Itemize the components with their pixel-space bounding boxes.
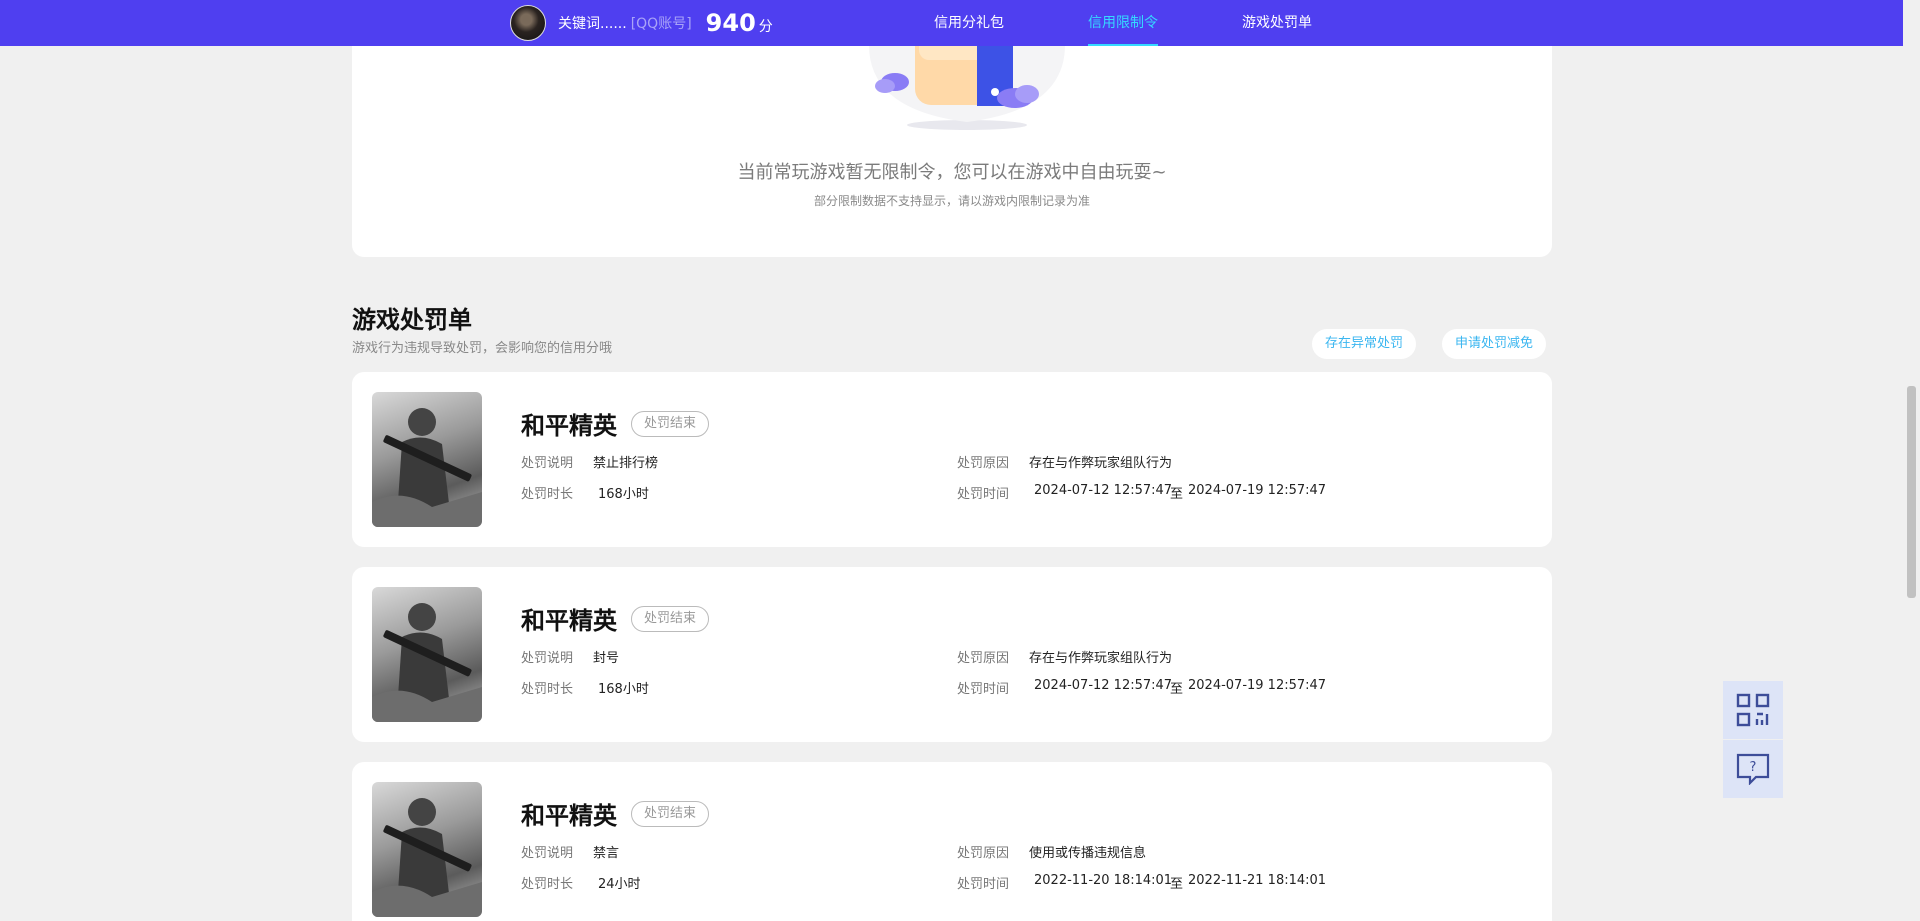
account-type: [QQ账号]	[630, 16, 692, 32]
reason-label: 处罚原因	[957, 456, 1010, 471]
time-separator: 至	[1170, 877, 1184, 892]
duration-label: 处罚时长	[521, 682, 574, 697]
status-badge: 处罚结束	[631, 801, 710, 827]
time-end: 2022-11-21 18:14:01	[1188, 873, 1327, 888]
game-name: 和平精英	[521, 607, 617, 635]
duration-value: 24小时	[598, 877, 641, 892]
description-value: 禁言	[593, 846, 620, 861]
time-separator: 至	[1170, 682, 1184, 697]
reason-label: 处罚原因	[957, 651, 1010, 666]
nav-credit-restriction[interactable]: 信用限制令	[1088, 0, 1158, 46]
appeal-penalty-button[interactable]: 申请处罚减免	[1442, 329, 1547, 359]
abnormal-penalty-button[interactable]: 存在异常处罚	[1312, 329, 1417, 359]
description-label: 处罚说明	[521, 846, 574, 861]
reason-value: 存在与作弊玩家组队行为	[1029, 651, 1173, 666]
description-value: 禁止排行榜	[593, 456, 659, 471]
top-nav-bar: 关键词...... [QQ账号] 940 分 信用分礼包 信用限制令 游戏处罚单	[0, 0, 1903, 46]
time-start: 2024-07-12 12:57:47	[1034, 483, 1173, 498]
status-badge: 处罚结束	[631, 606, 710, 632]
help-chat-icon: ?	[1736, 753, 1770, 785]
user-info: 关键词...... [QQ账号] 940 分	[510, 5, 773, 41]
reason-label: 处罚原因	[957, 846, 1010, 861]
time-separator: 至	[1170, 487, 1184, 502]
qr-code-icon	[1736, 693, 1770, 727]
penalty-card[interactable]: 和平精英 处罚结束 处罚说明 禁言 处罚原因 使用或传播违规信息 处罚时长 24…	[352, 762, 1552, 921]
penalty-card[interactable]: 和平精英 处罚结束 处罚说明 禁止排行榜 处罚原因 存在与作弊玩家组队行为 处罚…	[352, 372, 1552, 547]
time-end: 2024-07-19 12:57:47	[1188, 483, 1327, 498]
time-label: 处罚时间	[957, 877, 1010, 892]
duration-value: 168小时	[598, 682, 649, 697]
svg-text:?: ?	[1750, 760, 1757, 775]
restriction-note: 部分限制数据不支持显示，请以游戏内限制记录为准	[813, 194, 1090, 208]
status-badge: 处罚结束	[631, 411, 710, 437]
reason-value: 使用或传播违规信息	[1029, 846, 1147, 861]
user-name: 关键词......	[558, 16, 627, 32]
game-thumbnail	[372, 392, 482, 527]
time-label: 处罚时间	[957, 682, 1010, 697]
penalty-card[interactable]: 和平精英 处罚结束 处罚说明 封号 处罚原因 存在与作弊玩家组队行为 处罚时长 …	[352, 567, 1552, 742]
description-label: 处罚说明	[521, 456, 574, 471]
avatar[interactable]	[510, 5, 546, 41]
time-start: 2024-07-12 12:57:47	[1034, 678, 1173, 693]
qr-code-button[interactable]	[1723, 681, 1783, 739]
description-label: 处罚说明	[521, 651, 574, 666]
game-name: 和平精英	[521, 412, 617, 440]
credit-score: 940	[705, 9, 756, 37]
reason-value: 存在与作弊玩家组队行为	[1029, 456, 1173, 471]
time-label: 处罚时间	[957, 487, 1010, 502]
duration-value: 168小时	[598, 487, 649, 502]
scrollbar-thumb[interactable]	[1907, 386, 1916, 598]
section-subtitle: 游戏行为违规导致处罚，会影响您的信用分哦	[352, 341, 613, 356]
nav-game-penalty[interactable]: 游戏处罚单	[1242, 0, 1312, 46]
section-title: 游戏处罚单	[352, 306, 472, 334]
game-thumbnail	[372, 782, 482, 917]
help-button[interactable]: ?	[1723, 740, 1783, 798]
duration-label: 处罚时长	[521, 487, 574, 502]
no-restriction-message: 当前常玩游戏暂无限制令，您可以在游戏中自由玩耍~	[737, 162, 1167, 183]
game-name: 和平精英	[521, 802, 617, 830]
time-start: 2022-11-20 18:14:01	[1034, 873, 1173, 888]
game-thumbnail	[372, 587, 482, 722]
description-value: 封号	[593, 651, 620, 666]
credit-score-unit: 分	[758, 19, 773, 35]
duration-label: 处罚时长	[521, 877, 574, 892]
time-end: 2024-07-19 12:57:47	[1188, 678, 1327, 693]
nav-credit-gift[interactable]: 信用分礼包	[934, 0, 1004, 46]
